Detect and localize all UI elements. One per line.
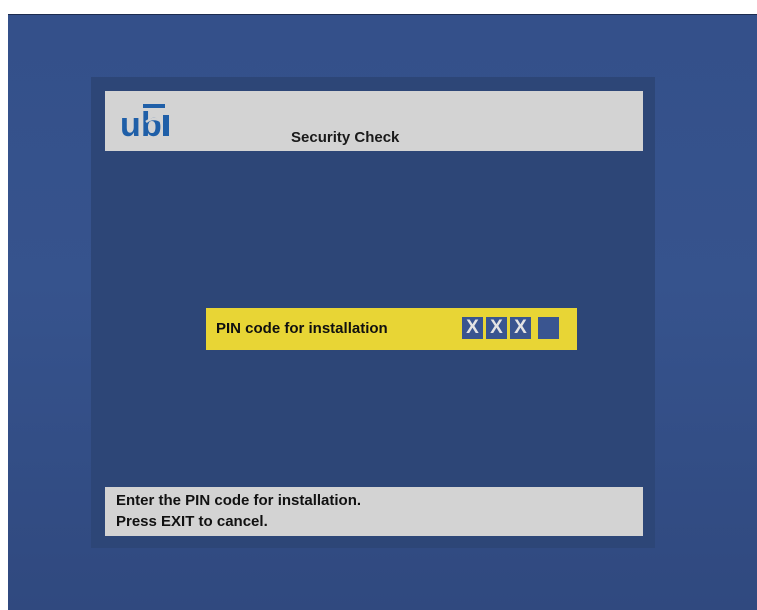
help-text-line-1: Enter the PIN code for installation. [116, 492, 362, 509]
dialog-header: u b Security Check [105, 91, 643, 151]
svg-text:b: b [141, 106, 162, 141]
help-bar: Enter the PIN code for installation. Pre… [105, 487, 643, 536]
pin-digit-3[interactable]: X [510, 317, 531, 339]
pin-digit-4[interactable] [538, 317, 559, 339]
tv-screen: u b Security Check PIN code for installa… [8, 14, 757, 610]
pin-digit-2[interactable]: X [486, 317, 507, 339]
pin-entry-row[interactable]: PIN code for installation X X X [206, 308, 577, 350]
security-dialog: u b Security Check PIN code for installa… [91, 77, 655, 548]
pin-digit-1[interactable]: X [462, 317, 483, 339]
ubi-logo: u b [120, 104, 169, 141]
pin-label: PIN code for installation [216, 320, 388, 337]
svg-text:u: u [120, 106, 141, 141]
page-title: Security Check [291, 129, 400, 146]
help-text-line-2: Press EXIT to cancel. [116, 513, 268, 530]
